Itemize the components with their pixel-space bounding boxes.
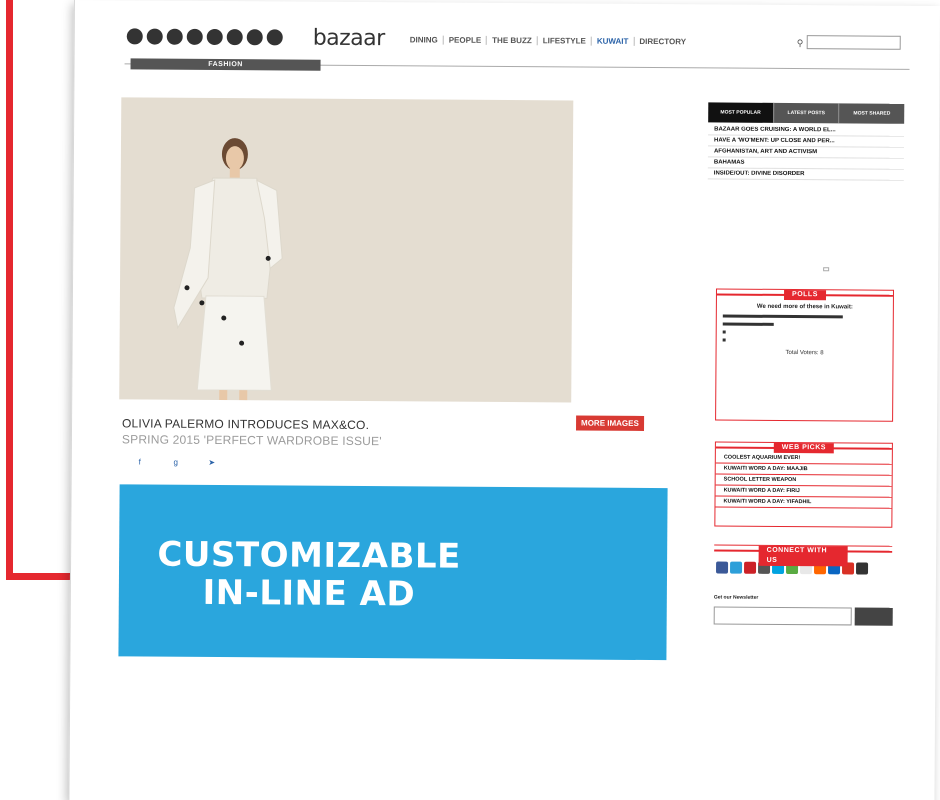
ad-subheadline: IN-LINE AD (202, 572, 416, 615)
website-mockup: bazaar DINING PEOPLE THE BUZZ LIFESTYLE … (68, 0, 940, 800)
poll-total-voters: Total Voters: 8 (785, 349, 824, 357)
twitter-share-icon[interactable]: ➤ (204, 458, 220, 467)
tab-most-shared[interactable]: MOST SHARED (838, 103, 905, 124)
ad-headline: CUSTOMIZABLE (157, 534, 461, 577)
newsletter-label: Get our Newsletter (713, 594, 759, 601)
social-icon[interactable] (166, 28, 183, 45)
tab-latest-posts[interactable]: LATEST POSTS (772, 102, 839, 124)
share-buttons: f g ➤ (132, 457, 220, 467)
social-icon[interactable] (246, 29, 263, 46)
nav-item-the-buzz[interactable]: THE BUZZ (486, 35, 537, 46)
web-picks-heading-label: WEB PICKS (773, 442, 835, 454)
social-icon[interactable] (126, 28, 143, 45)
poll-option[interactable] (717, 338, 893, 342)
web-picks-heading: WEB PICKS (715, 442, 892, 454)
social-icon[interactable] (266, 29, 283, 46)
more-popular-button[interactable] (823, 267, 830, 272)
social-icons (126, 28, 283, 46)
newsletter-email-input[interactable] (713, 606, 852, 626)
article-title: OLIVIA PALERMO INTRODUCES MAX&CO. (121, 416, 370, 433)
connect-widget: CONNECT WITH US (713, 544, 893, 583)
poll-result-bar (722, 322, 774, 326)
social-icon[interactable] (206, 28, 223, 46)
poll-result-bar (722, 330, 726, 334)
sidebar-tabs: MOST POPULAR LATEST POSTS MOST SHARED (708, 102, 905, 124)
list-item-title: INSIDE/OUT: DIVINE DISORDER (713, 170, 805, 178)
section-label: FASHION (130, 58, 321, 71)
main-nav: DINING PEOPLE THE BUZZ LIFESTYLE KUWAIT … (405, 35, 692, 47)
article-subtitle: SPRING 2015 'PERFECT WARDROBE ISSUE' (121, 432, 382, 449)
facebook-icon[interactable] (716, 561, 729, 574)
most-popular-list: BAZAAR GOES CRUISING: A WORLD EL... HAVE… (707, 124, 905, 181)
nav-item-lifestyle[interactable]: LIFESTYLE (536, 36, 591, 46)
list-item-title: BAHAMAS (713, 159, 745, 166)
search-icon[interactable]: ⚲ (797, 38, 804, 49)
poll-option[interactable] (717, 322, 893, 326)
nav-item-people[interactable]: PEOPLE (442, 35, 487, 45)
list-item-title: AFGHANISTAN, ART AND ACTIVISM (713, 148, 818, 156)
poll-option[interactable] (717, 314, 893, 319)
pinterest-icon[interactable] (744, 561, 757, 574)
search-input[interactable] (806, 35, 901, 50)
social-icon[interactable] (226, 29, 243, 46)
poll-result-bar (722, 314, 843, 319)
web-pick-item[interactable]: KUWAITI WORD A DAY: YIFADHIL (715, 496, 892, 509)
poll-question: We need more of these in Kuwait: (756, 303, 853, 311)
callout-arrow-shaft (6, 0, 13, 580)
poll-option[interactable] (717, 330, 893, 334)
web-picks-widget: WEB PICKS COOLEST AQUARIUM EVER! KUWAITI… (714, 441, 893, 528)
bazaar-logo[interactable]: bazaar (313, 26, 385, 52)
hero-image[interactable] (119, 97, 574, 403)
nav-item-directory[interactable]: DIRECTORY (633, 36, 692, 47)
polls-heading-label: POLLS (784, 289, 826, 301)
connect-heading: CONNECT WITH US (714, 545, 893, 567)
connect-heading-label: CONNECT WITH US (758, 545, 848, 567)
instagram-icon[interactable] (856, 562, 869, 575)
model-illustration (173, 138, 283, 401)
polls-heading: POLLS (716, 289, 893, 301)
google-share-icon[interactable]: g (168, 458, 184, 467)
polls-widget: POLLS We need more of these in Kuwait: T… (715, 288, 894, 422)
facebook-share-icon[interactable]: f (132, 457, 148, 466)
social-icon[interactable] (146, 28, 163, 45)
list-item[interactable]: INSIDE/OUT: DIVINE DISORDER (707, 168, 904, 181)
poll-result-bar (722, 338, 726, 342)
list-item-title: HAVE A 'WO'MENT: UP CLOSE AND PER... (714, 137, 835, 145)
social-icon[interactable] (186, 28, 203, 45)
more-images-button[interactable]: MORE IMAGES (576, 415, 644, 431)
list-item-title: BAZAAR GOES CRUISING: A WORLD EL... (714, 126, 836, 134)
nav-item-dining[interactable]: DINING (405, 35, 443, 44)
twitter-icon[interactable] (730, 561, 743, 574)
newsletter-submit-button[interactable] (854, 607, 893, 626)
tab-most-popular[interactable]: MOST POPULAR (708, 102, 773, 123)
nav-item-kuwait[interactable]: KUWAIT (590, 36, 634, 46)
in-line-ad[interactable]: CUSTOMIZABLE IN-LINE AD (118, 484, 668, 661)
